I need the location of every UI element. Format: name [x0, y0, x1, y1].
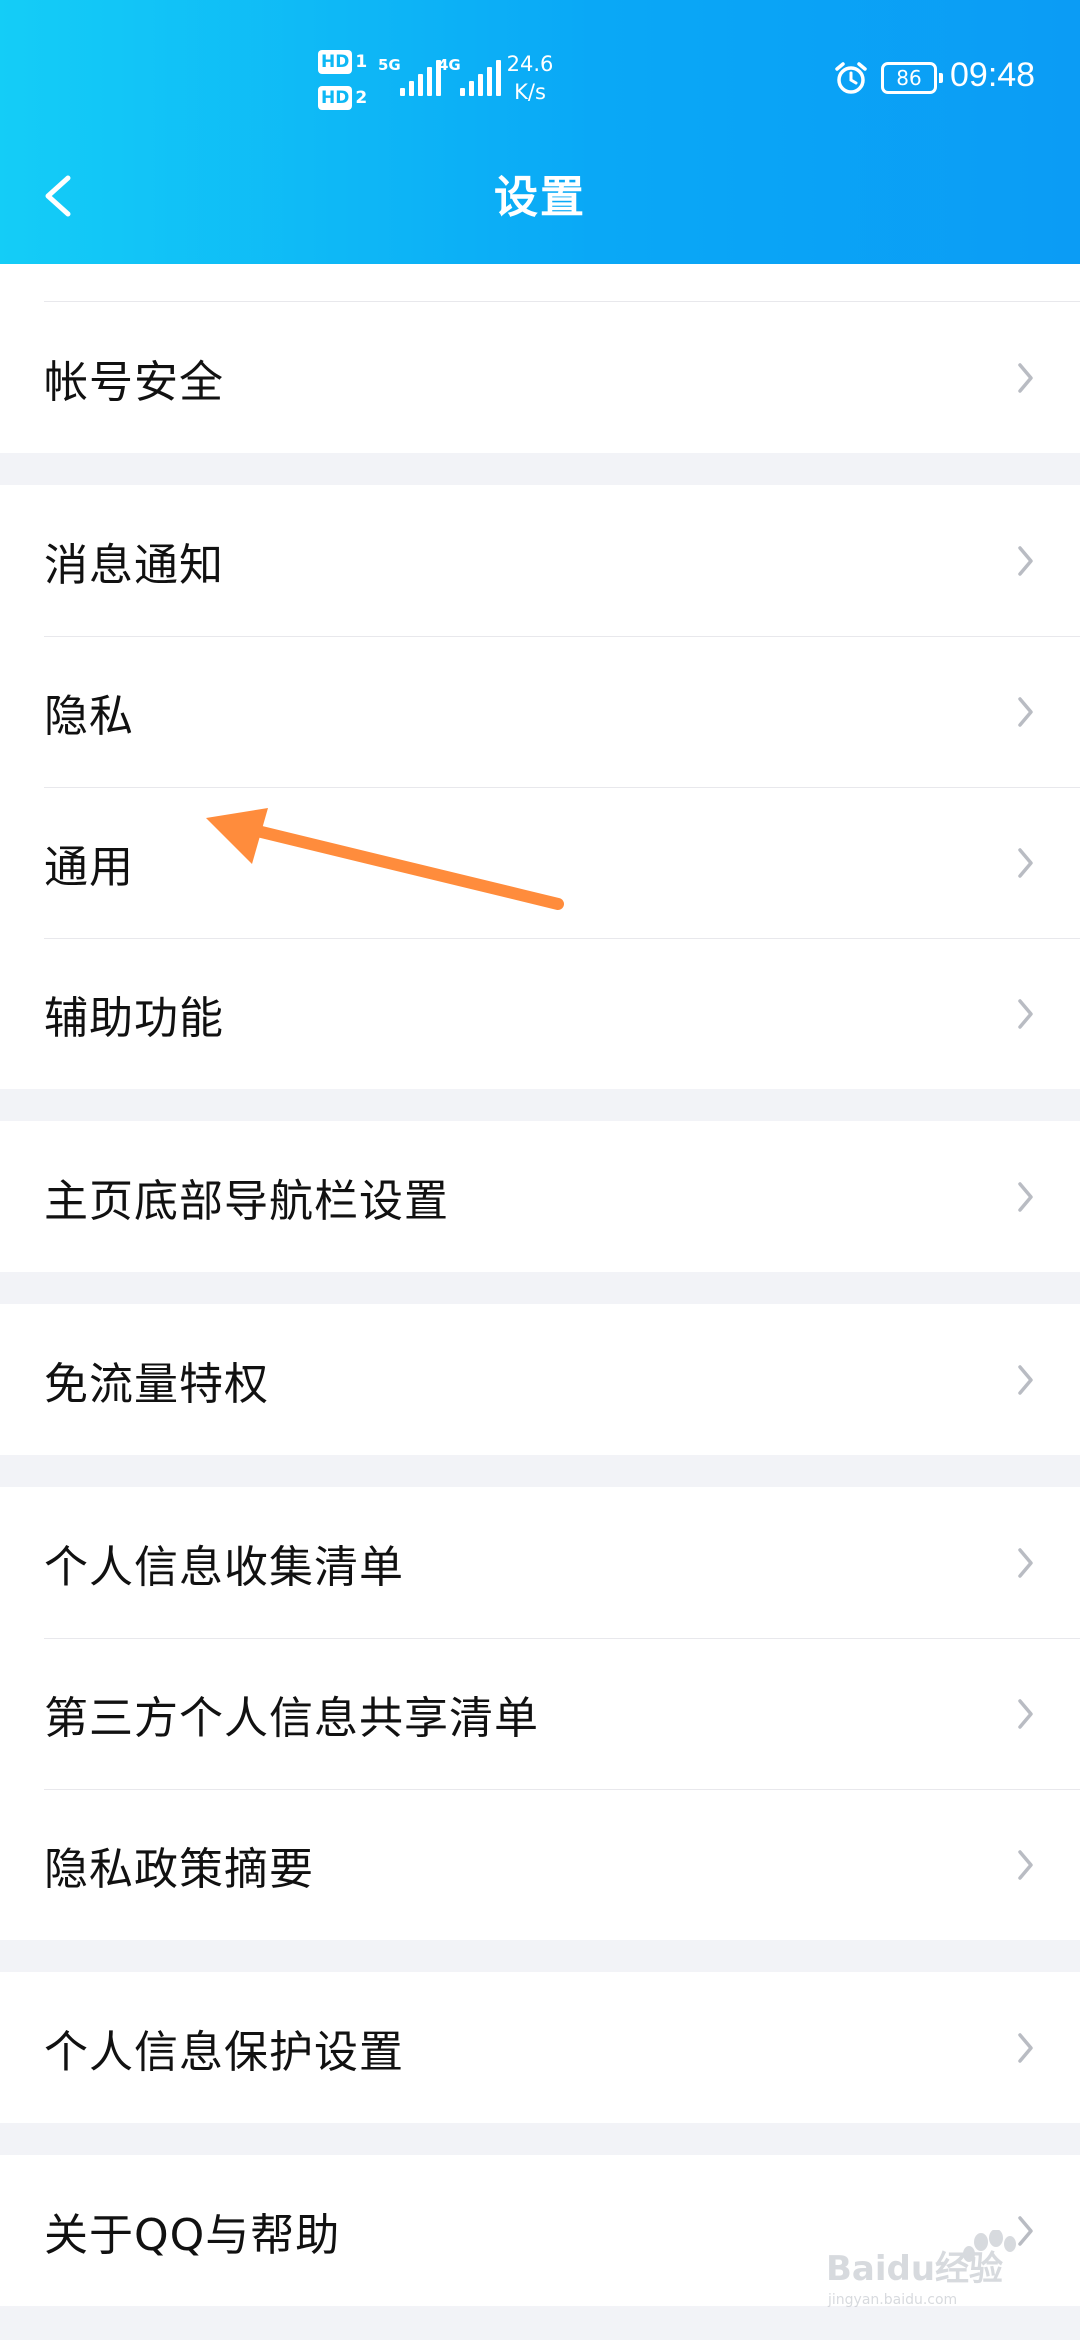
settings-row-label: 通用 — [44, 841, 134, 893]
signal-5g-icon: 5G — [378, 56, 441, 96]
settings-row-label: 隐私政策摘要 — [44, 1843, 314, 1895]
settings-row[interactable]: 消息通知 — [0, 485, 1080, 636]
settings-row[interactable]: 隐私 — [0, 636, 1080, 787]
settings-row[interactable]: 免流量特权 — [0, 1304, 1080, 1455]
settings-group: 个人信息保护设置 — [0, 1972, 1080, 2123]
settings-row-label: 隐私 — [44, 690, 134, 742]
settings-group: 帐号安全 — [0, 302, 1080, 453]
baidu-jingyan-watermark: Baidu经验 jingyan.baidu.com — [826, 2230, 1016, 2308]
battery-icon: 86 — [881, 62, 943, 94]
chevron-right-icon — [1018, 1365, 1033, 1395]
status-time: 09:48 — [950, 56, 1036, 94]
settings-row-label: 免流量特权 — [44, 1358, 269, 1410]
settings-row[interactable]: 辅助功能 — [0, 938, 1080, 1089]
settings-row-label: 帐号安全 — [44, 356, 224, 408]
hd-badge-1: HD 1 — [318, 50, 370, 74]
hd-badges: HD 1 HD 2 — [318, 50, 370, 122]
settings-row-label: 个人信息保护设置 — [44, 2026, 404, 2078]
settings-group: 主页底部导航栏设置 — [0, 1121, 1080, 1272]
chevron-right-icon — [1018, 848, 1033, 878]
list-top-strip — [0, 264, 1080, 302]
chevron-right-icon — [1018, 1699, 1033, 1729]
watermark-text: Baidu经验 — [826, 2249, 1003, 2289]
chevron-right-icon — [1018, 546, 1033, 576]
settings-row[interactable]: 隐私政策摘要 — [0, 1789, 1080, 1940]
page-title: 设置 — [494, 172, 586, 223]
annotation-arrow — [206, 808, 564, 910]
settings-row[interactable]: 主页底部导航栏设置 — [0, 1121, 1080, 1272]
signal-4g-icon: 4G — [438, 56, 501, 96]
chevron-right-icon — [1018, 999, 1033, 1029]
settings-row[interactable]: 帐号安全 — [0, 302, 1080, 453]
app-header: HD 1 HD 2 5G 4G 24.6 K/s 86 09:48 设置 — [0, 0, 1080, 264]
settings-row[interactable]: 个人信息收集清单 — [0, 1487, 1080, 1638]
settings-group: 个人信息收集清单第三方个人信息共享清单 隐私政策摘要 — [0, 1487, 1080, 1940]
settings-row-label: 消息通知 — [44, 539, 224, 591]
chevron-right-icon — [1018, 1850, 1033, 1880]
chevron-right-icon — [1018, 1182, 1033, 1212]
settings-row-label: 第三方个人信息共享清单 — [44, 1692, 539, 1744]
network-speed: 24.6 K/s — [506, 52, 554, 104]
chevron-right-icon — [1018, 363, 1033, 393]
settings-row[interactable]: 第三方个人信息共享清单 — [0, 1638, 1080, 1789]
settings-group: 消息通知隐私通用辅助功能 — [0, 485, 1080, 1089]
settings-row-label: 个人信息收集清单 — [44, 1541, 404, 1593]
chevron-right-icon — [1018, 697, 1033, 727]
status-bar: HD 1 HD 2 5G 4G 24.6 K/s 86 09:48 — [0, 0, 1080, 150]
battery-level: 86 — [896, 66, 922, 90]
chevron-right-icon — [1018, 2033, 1033, 2063]
settings-row-label: 主页底部导航栏设置 — [44, 1175, 449, 1227]
settings-row[interactable]: 个人信息保护设置 — [0, 1972, 1080, 2123]
hd-badge-2: HD 2 — [318, 86, 370, 110]
watermark-url: jingyan.baidu.com — [827, 2292, 957, 2308]
alarm-icon — [835, 62, 867, 94]
settings-row-label: 辅助功能 — [44, 992, 224, 1044]
settings-list: 帐号安全消息通知隐私通用辅助功能主页底部导航栏设置 免流量特权个人信息收集清单第三… — [0, 264, 1080, 2338]
settings-row-label: 关于QQ与帮助 — [44, 2209, 341, 2261]
settings-group: 免流量特权 — [0, 1304, 1080, 1455]
chevron-right-icon — [1018, 1548, 1033, 1578]
